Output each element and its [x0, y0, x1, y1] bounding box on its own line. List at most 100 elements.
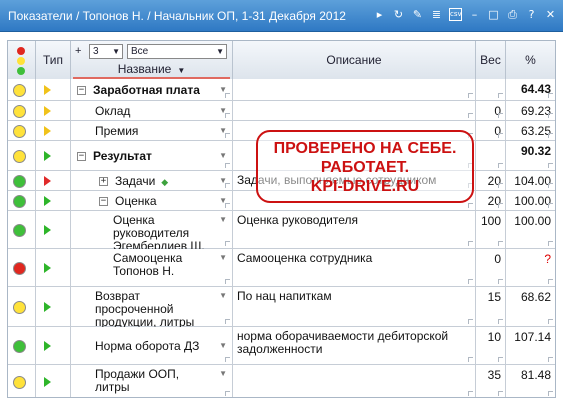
- collapse-icon[interactable]: −: [77, 152, 86, 161]
- table-row[interactable]: Оценка руководителя Эгембердиев Ш. ▼ Оценка …: [8, 211, 555, 253]
- name-cell[interactable]: Оклад ▼: [71, 101, 233, 120]
- table-row[interactable]: Самооценка Топонов Н. ▼ Самооценка сотрудни…: [8, 249, 555, 287]
- indicator-description: По нац напиткам: [237, 290, 473, 303]
- description-cell: [233, 365, 476, 397]
- description-line: Оценка руководителя: [237, 213, 358, 227]
- percent-value: ?: [544, 252, 551, 266]
- header-status[interactable]: [8, 41, 36, 79]
- description-line: По нац напиткам: [237, 289, 332, 303]
- status-light-icon: [13, 224, 26, 237]
- status-cell: [8, 327, 36, 364]
- description-cell: По нац напиткам: [233, 287, 476, 326]
- table-row[interactable]: Оклад ▼ 0 69.23: [8, 101, 555, 121]
- close-icon[interactable]: ✕: [544, 8, 557, 21]
- collapse-icon[interactable]: −: [77, 86, 86, 95]
- name-cell[interactable]: Норма оборота ДЗ ▼: [71, 327, 233, 364]
- add-sign[interactable]: +: [75, 45, 81, 57]
- weight-cell: [476, 79, 506, 100]
- type-arrow-icon: [44, 225, 51, 235]
- weight-cell: 0: [476, 101, 506, 120]
- type-arrow-icon: [44, 302, 51, 312]
- type-cell: [36, 171, 71, 190]
- row-menu-icon[interactable]: ▼: [219, 291, 227, 300]
- table-row[interactable]: − Заработная плата ▼ 64.43: [8, 79, 555, 101]
- indicator-name: Возврат просроченной продукции, литры: [95, 290, 194, 329]
- indicator-name: Задачи ◆: [115, 175, 168, 189]
- play-icon[interactable]: ▸: [373, 8, 386, 21]
- percent-cell: 100.00: [506, 211, 555, 248]
- weight-value: 100: [480, 214, 501, 228]
- type-arrow-icon: [44, 151, 51, 161]
- type-cell: [36, 121, 71, 140]
- weight-value: 35: [487, 368, 501, 382]
- indicator-name: Премия: [95, 125, 138, 138]
- name-cell[interactable]: + Задачи ◆ ▼: [71, 171, 233, 190]
- row-menu-icon[interactable]: ▼: [219, 151, 227, 160]
- refresh-icon[interactable]: ↻: [392, 8, 405, 21]
- wrench-icon[interactable]: ✎: [411, 8, 424, 21]
- status-cell: [8, 121, 36, 140]
- weight-cell: 100: [476, 211, 506, 248]
- weight-cell: 0: [476, 249, 506, 286]
- export-csv-icon[interactable]: csv: [449, 8, 462, 21]
- header-percent[interactable]: %: [506, 41, 555, 79]
- type-arrow-icon: [44, 263, 51, 273]
- row-menu-icon[interactable]: ▼: [219, 253, 227, 262]
- name-cell[interactable]: Премия ▼: [71, 121, 233, 140]
- status-light-icon: [13, 175, 26, 188]
- table-row[interactable]: Продажи ООП, литры ▼ 35 81.48: [8, 365, 555, 397]
- indicator-name-line: Оценка: [115, 194, 157, 208]
- type-arrow-icon: [44, 85, 51, 95]
- watermark-line: ПРОВЕРЕНО НА СЕБЕ.: [273, 140, 457, 157]
- name-cell[interactable]: − Оценка ▼: [71, 191, 233, 210]
- help-icon[interactable]: ?: [525, 8, 538, 21]
- header-name[interactable]: + 3 ▼ Все ▼ Название ▼: [71, 41, 233, 79]
- status-cell: [8, 141, 36, 170]
- percent-cell: 81.48: [506, 365, 555, 397]
- minimize-icon[interactable]: –: [468, 8, 481, 21]
- name-cell[interactable]: Продажи ООП, литры ▼: [71, 365, 233, 397]
- type-cell: [36, 101, 71, 120]
- header-description[interactable]: Описание: [233, 41, 476, 79]
- window-titlebar: Показатели / Топонов Н. / Начальник ОП, …: [0, 0, 563, 32]
- row-menu-icon[interactable]: ▼: [219, 341, 227, 350]
- list-icon[interactable]: ≣: [430, 8, 443, 21]
- table-row[interactable]: Норма оборота ДЗ ▼ норма оборачиваемости д…: [8, 327, 555, 365]
- indicator-name-line: Результат: [93, 149, 152, 163]
- percent-cell: 104.00: [506, 171, 555, 190]
- indicator-name-line: Норма оборота ДЗ: [95, 339, 200, 353]
- collapse-icon[interactable]: −: [99, 197, 108, 206]
- indicator-name-line: литры: [95, 380, 130, 394]
- weight-cell: 15: [476, 287, 506, 326]
- header-weight[interactable]: Вес: [476, 41, 506, 79]
- type-arrow-icon: [44, 176, 51, 186]
- indicator-name-line: Премия: [95, 124, 139, 138]
- print-icon[interactable]: ⎙: [506, 8, 519, 21]
- type-cell: [36, 141, 71, 170]
- row-menu-icon[interactable]: ▼: [219, 369, 227, 378]
- level-select[interactable]: 3 ▼: [89, 44, 123, 59]
- name-cell[interactable]: Оценка руководителя Эгембердиев Ш. ▼: [71, 211, 233, 253]
- row-menu-icon[interactable]: ▼: [219, 215, 227, 224]
- status-light-icon: [13, 125, 26, 138]
- name-cell[interactable]: − Результат ▼: [71, 141, 233, 170]
- name-cell[interactable]: − Заработная плата ▼: [71, 79, 233, 100]
- maximize-icon[interactable]: □: [487, 8, 500, 21]
- header-name-label: Название ▼: [117, 62, 186, 76]
- header-weight-label: Вес: [480, 53, 501, 67]
- type-cell: [36, 249, 71, 286]
- type-arrow-icon: [44, 106, 51, 116]
- description-cell: норма оборачиваемости дебиторской задолже…: [233, 327, 476, 364]
- name-cell[interactable]: Самооценка Топонов Н. ▼: [71, 249, 233, 286]
- percent-cell: 107.14: [506, 327, 555, 364]
- filter-select[interactable]: Все ▼: [127, 44, 227, 59]
- header-type[interactable]: Тип: [36, 41, 71, 79]
- table-row[interactable]: Возврат просроченной продукции, литры ▼ По н…: [8, 287, 555, 329]
- indicator-name-line: Заработная плата: [93, 83, 200, 97]
- percent-value: 90.32: [520, 144, 551, 158]
- expand-icon[interactable]: +: [99, 177, 108, 186]
- description-cell: [233, 101, 476, 120]
- name-cell[interactable]: Возврат просроченной продукции, литры ▼: [71, 287, 233, 329]
- type-cell: [36, 79, 71, 100]
- indicator-name: Результат: [93, 150, 152, 163]
